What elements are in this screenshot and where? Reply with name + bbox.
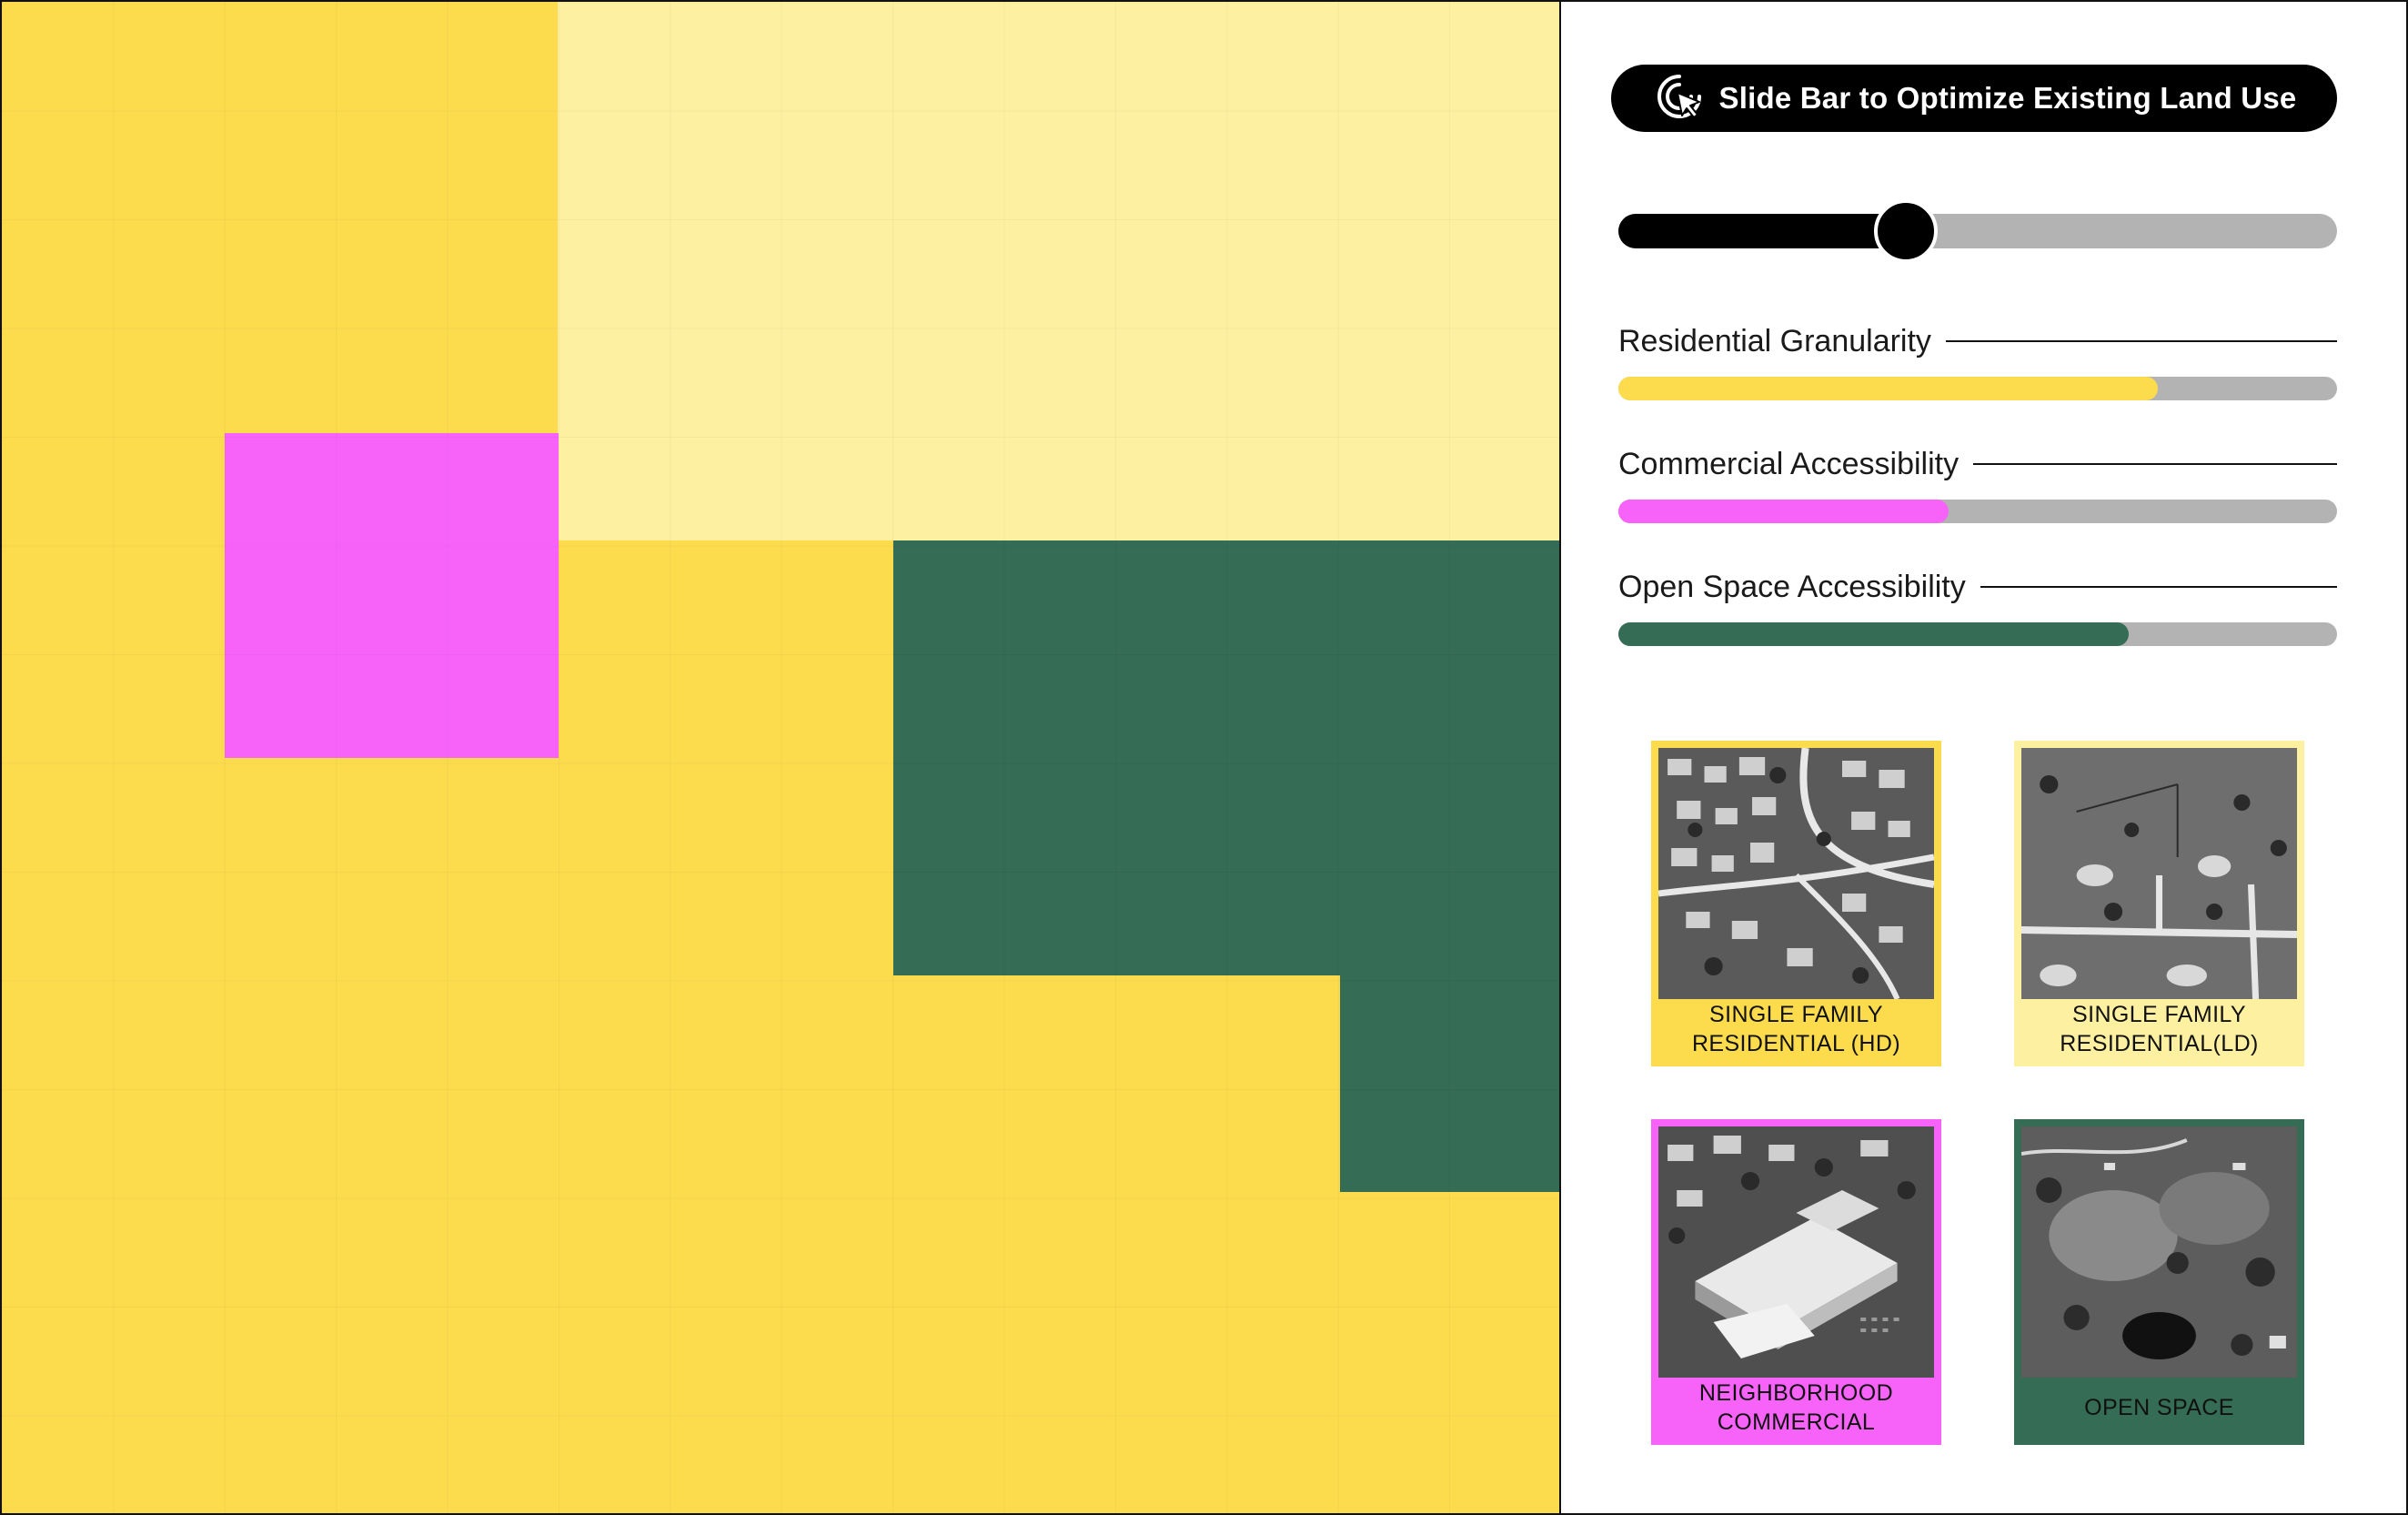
legend-caption-text: NEIGHBORHOOD COMMERCIAL [1698,1380,1894,1435]
legend-card-residential-hd[interactable]: SINGLE FAMILY RESIDENTIAL (HD) [1651,741,1941,1066]
slider-fill [1618,214,1906,248]
metric-rule [1945,340,2337,342]
zone-neighborhood-commercial [225,433,559,758]
metric-rule [1980,586,2337,588]
optimization-slider[interactable] [1618,199,2337,263]
land-use-map [2,2,1559,1513]
legend-caption: SINGLE FAMILY RESIDENTIAL (HD) [1658,999,1934,1059]
metric-label: Open Space Accessibility [1618,569,1980,605]
optimize-button-label: Slide Bar to Optimize Existing Land Use [1718,81,2297,115]
aerial-photo-commercial [1658,1126,1934,1378]
slider-thumb[interactable] [1874,199,1938,263]
optimize-button[interactable]: Slide Bar to Optimize Existing Land Use [1611,65,2337,132]
legend-card-residential-ld[interactable]: SINGLE FAMILY RESIDENTIAL(LD) [2014,741,2304,1066]
legend-caption: OPEN SPACE [2021,1378,2297,1438]
metric-fill [1618,622,2129,646]
metric-rule [1973,463,2337,465]
legend-card-open-space[interactable]: OPEN SPACE [2014,1119,2304,1445]
zone-residential-ld [558,2,1559,540]
metric-bar [1618,377,2337,400]
aerial-photo-open-space [2021,1126,2297,1378]
aerial-photo-residential-hd [1658,748,1934,999]
legend-caption-text: SINGLE FAMILY RESIDENTIAL (HD) [1691,1002,1901,1056]
legend-caption-text: OPEN SPACE [2084,1395,2234,1420]
legend-caption-text: SINGLE FAMILY RESIDENTIAL(LD) [2060,1002,2259,1056]
zone-open-space-extension [1340,974,1559,1192]
metric-label: Commercial Accessibility [1618,446,1974,482]
metric-bar [1618,500,2337,523]
legend-card-neighborhood-commercial[interactable]: NEIGHBORHOOD COMMERCIAL [1651,1119,1941,1445]
metric-label: Residential Granularity [1618,323,1946,359]
metric-fill [1618,377,2158,400]
app-frame: Slide Bar to Optimize Existing Land Use … [0,0,2408,1515]
control-panel: Slide Bar to Optimize Existing Land Use … [1561,2,2406,1513]
metric-bar [1618,622,2337,646]
legend-caption: NEIGHBORHOOD COMMERCIAL [1658,1378,1934,1438]
metric-fill [1618,500,1950,523]
legend-caption: SINGLE FAMILY RESIDENTIAL(LD) [2021,999,2297,1059]
zone-open-space [893,540,1559,975]
cursor-click-icon [1652,69,1707,128]
metric-open-space-accessibility: Open Space Accessibility [1618,567,2337,646]
metric-residential-granularity: Residential Granularity [1618,321,2337,400]
aerial-photo-residential-ld [2021,748,2297,999]
metric-commercial-accessibility: Commercial Accessibility [1618,444,2337,523]
